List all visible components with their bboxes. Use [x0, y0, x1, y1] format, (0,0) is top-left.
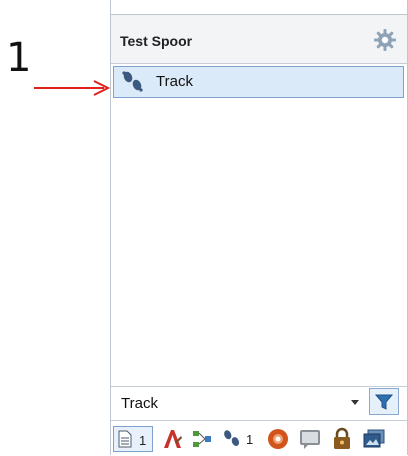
filter-select[interactable]: Track: [111, 387, 365, 417]
chat-icon: [300, 430, 320, 449]
chevron-down-icon: [351, 400, 359, 405]
annotation-arrow: [34, 80, 111, 96]
filter-row: Track: [111, 386, 407, 417]
images-button[interactable]: [362, 426, 386, 452]
tracks-count: 1: [246, 432, 254, 447]
footprints-icon: [122, 71, 143, 92]
annotation-number: 1: [6, 35, 32, 81]
footprints-icon: [224, 430, 240, 446]
documents-button[interactable]: 1: [113, 426, 153, 452]
tracks-button[interactable]: 1: [221, 426, 259, 452]
tree-view: Track: [111, 63, 407, 385]
funnel-icon: [375, 394, 393, 410]
tree-item-label: Track: [156, 73, 193, 90]
panel-header: Test Spoor: [111, 15, 407, 63]
panel-top-strip: [111, 0, 407, 15]
documents-count: 1: [139, 433, 147, 448]
bottom-toolbar: 1 1: [111, 420, 407, 456]
lock-button[interactable]: [330, 426, 354, 452]
tree-item-track[interactable]: Track: [113, 66, 404, 98]
document-icon: [118, 430, 132, 448]
gps-button[interactable]: [266, 426, 290, 452]
images-icon: [363, 429, 385, 448]
network-icon: [193, 431, 211, 447]
annotations-button[interactable]: [161, 426, 183, 452]
spoor-panel: Test Spoor Track Track 1 1: [110, 0, 408, 456]
chat-button[interactable]: [298, 426, 322, 452]
gear-icon[interactable]: [373, 28, 397, 52]
orange-circle-icon: [268, 429, 288, 449]
panel-title: Test Spoor: [120, 33, 193, 49]
filter-button[interactable]: [369, 388, 399, 415]
filter-selected-value: Track: [121, 395, 158, 412]
red-a-icon: [164, 430, 182, 448]
lock-icon: [334, 427, 350, 449]
network-button[interactable]: [191, 426, 213, 452]
